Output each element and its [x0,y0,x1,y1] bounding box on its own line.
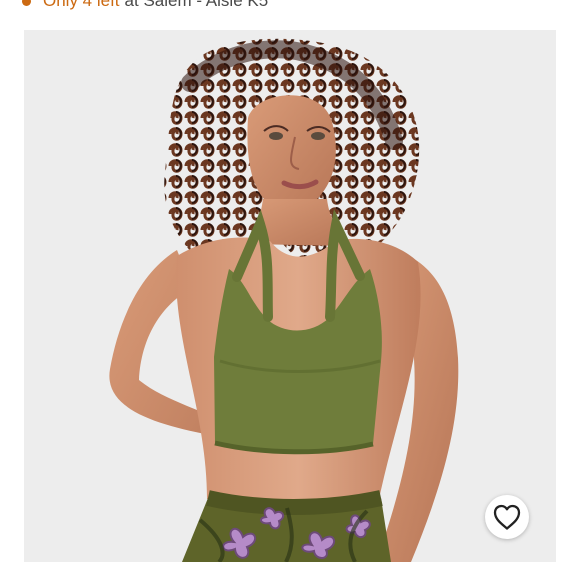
favorite-button[interactable] [485,495,529,539]
stock-availability: Only 4 left at Salem - Aisle K5 [22,0,268,11]
product-page: Only 4 left at Salem - Aisle K5 [0,0,580,580]
stock-status-text: Only 4 left [43,0,120,10]
product-photo-illustration [24,30,556,562]
store-location-text: at Salem - Aisle K5 [124,0,269,10]
stock-status-dot [22,0,31,6]
heart-icon [493,504,521,530]
product-image[interactable] [24,30,556,562]
